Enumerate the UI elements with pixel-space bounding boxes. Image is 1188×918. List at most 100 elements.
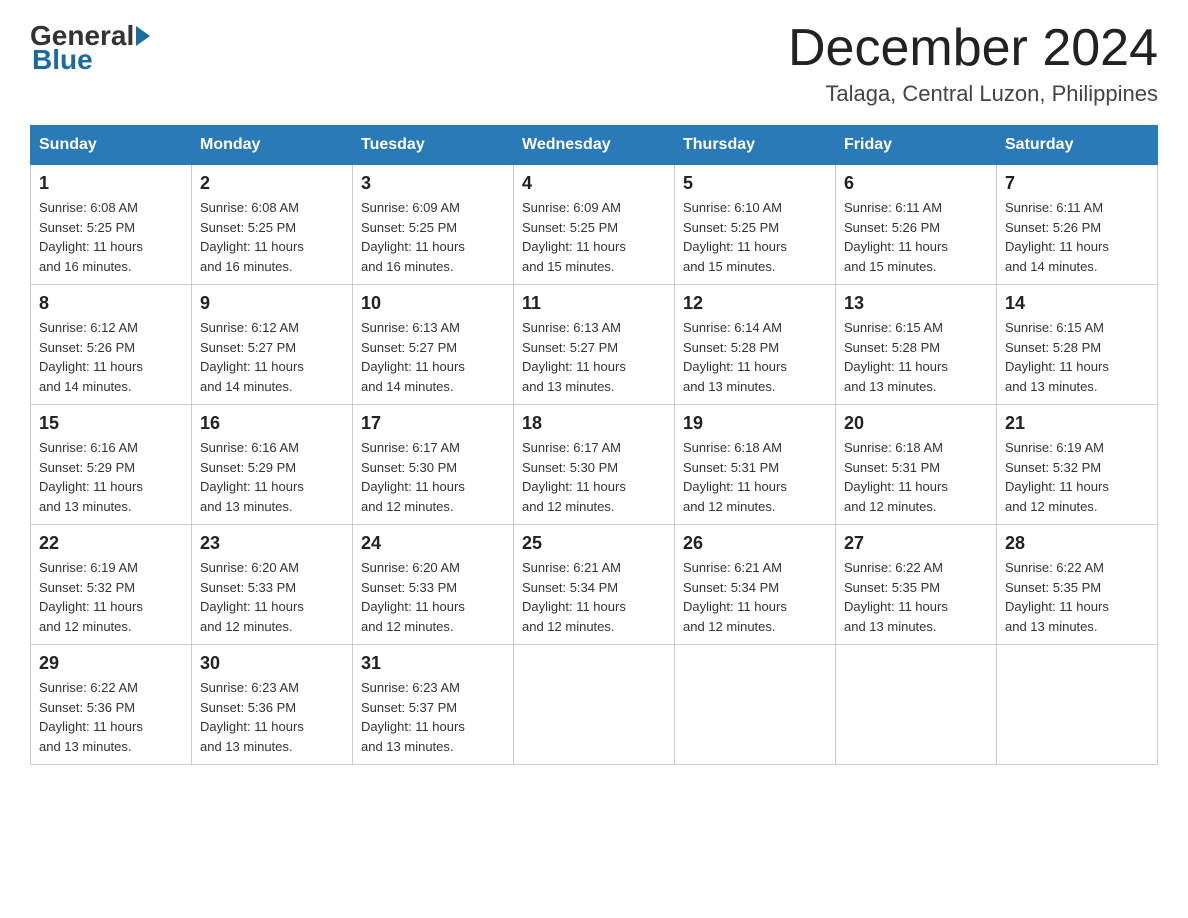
calendar-cell: 16 Sunrise: 6:16 AMSunset: 5:29 PMDaylig… bbox=[192, 405, 353, 525]
day-info: Sunrise: 6:09 AMSunset: 5:25 PMDaylight:… bbox=[522, 198, 666, 276]
day-info: Sunrise: 6:11 AMSunset: 5:26 PMDaylight:… bbox=[844, 198, 988, 276]
day-number: 14 bbox=[1005, 293, 1149, 314]
day-number: 28 bbox=[1005, 533, 1149, 554]
day-number: 4 bbox=[522, 173, 666, 194]
calendar-cell: 2 Sunrise: 6:08 AMSunset: 5:25 PMDayligh… bbox=[192, 165, 353, 285]
day-number: 13 bbox=[844, 293, 988, 314]
day-info: Sunrise: 6:22 AMSunset: 5:35 PMDaylight:… bbox=[844, 558, 988, 636]
calendar-cell: 24 Sunrise: 6:20 AMSunset: 5:33 PMDaylig… bbox=[353, 525, 514, 645]
day-info: Sunrise: 6:19 AMSunset: 5:32 PMDaylight:… bbox=[39, 558, 183, 636]
calendar-cell: 8 Sunrise: 6:12 AMSunset: 5:26 PMDayligh… bbox=[31, 285, 192, 405]
calendar-cell bbox=[836, 645, 997, 765]
day-info: Sunrise: 6:23 AMSunset: 5:37 PMDaylight:… bbox=[361, 678, 505, 756]
main-title: December 2024 bbox=[788, 20, 1158, 77]
day-info: Sunrise: 6:12 AMSunset: 5:26 PMDaylight:… bbox=[39, 318, 183, 396]
calendar-cell: 30 Sunrise: 6:23 AMSunset: 5:36 PMDaylig… bbox=[192, 645, 353, 765]
calendar-cell: 5 Sunrise: 6:10 AMSunset: 5:25 PMDayligh… bbox=[675, 165, 836, 285]
header-saturday: Saturday bbox=[997, 126, 1158, 165]
day-header-row: Sunday Monday Tuesday Wednesday Thursday… bbox=[31, 126, 1158, 165]
calendar-cell: 29 Sunrise: 6:22 AMSunset: 5:36 PMDaylig… bbox=[31, 645, 192, 765]
header-sunday: Sunday bbox=[31, 126, 192, 165]
day-number: 25 bbox=[522, 533, 666, 554]
calendar-cell: 27 Sunrise: 6:22 AMSunset: 5:35 PMDaylig… bbox=[836, 525, 997, 645]
day-info: Sunrise: 6:09 AMSunset: 5:25 PMDaylight:… bbox=[361, 198, 505, 276]
calendar-cell: 4 Sunrise: 6:09 AMSunset: 5:25 PMDayligh… bbox=[514, 165, 675, 285]
day-info: Sunrise: 6:10 AMSunset: 5:25 PMDaylight:… bbox=[683, 198, 827, 276]
calendar-cell bbox=[997, 645, 1158, 765]
day-info: Sunrise: 6:18 AMSunset: 5:31 PMDaylight:… bbox=[844, 438, 988, 516]
calendar-cell: 23 Sunrise: 6:20 AMSunset: 5:33 PMDaylig… bbox=[192, 525, 353, 645]
calendar-cell: 11 Sunrise: 6:13 AMSunset: 5:27 PMDaylig… bbox=[514, 285, 675, 405]
calendar-cell bbox=[514, 645, 675, 765]
calendar-cell: 17 Sunrise: 6:17 AMSunset: 5:30 PMDaylig… bbox=[353, 405, 514, 525]
day-info: Sunrise: 6:21 AMSunset: 5:34 PMDaylight:… bbox=[522, 558, 666, 636]
day-number: 29 bbox=[39, 653, 183, 674]
calendar-cell: 7 Sunrise: 6:11 AMSunset: 5:26 PMDayligh… bbox=[997, 165, 1158, 285]
day-number: 18 bbox=[522, 413, 666, 434]
day-number: 15 bbox=[39, 413, 183, 434]
day-number: 17 bbox=[361, 413, 505, 434]
week-row-3: 15 Sunrise: 6:16 AMSunset: 5:29 PMDaylig… bbox=[31, 405, 1158, 525]
day-number: 7 bbox=[1005, 173, 1149, 194]
calendar-cell: 18 Sunrise: 6:17 AMSunset: 5:30 PMDaylig… bbox=[514, 405, 675, 525]
calendar-cell: 22 Sunrise: 6:19 AMSunset: 5:32 PMDaylig… bbox=[31, 525, 192, 645]
page-header: General Blue December 2024 Talaga, Centr… bbox=[30, 20, 1158, 107]
calendar-cell: 19 Sunrise: 6:18 AMSunset: 5:31 PMDaylig… bbox=[675, 405, 836, 525]
calendar-cell: 28 Sunrise: 6:22 AMSunset: 5:35 PMDaylig… bbox=[997, 525, 1158, 645]
day-number: 26 bbox=[683, 533, 827, 554]
calendar-cell: 6 Sunrise: 6:11 AMSunset: 5:26 PMDayligh… bbox=[836, 165, 997, 285]
calendar-cell: 10 Sunrise: 6:13 AMSunset: 5:27 PMDaylig… bbox=[353, 285, 514, 405]
day-info: Sunrise: 6:08 AMSunset: 5:25 PMDaylight:… bbox=[39, 198, 183, 276]
calendar-header: Sunday Monday Tuesday Wednesday Thursday… bbox=[31, 126, 1158, 165]
header-wednesday: Wednesday bbox=[514, 126, 675, 165]
day-number: 12 bbox=[683, 293, 827, 314]
logo-arrow-icon bbox=[136, 26, 150, 46]
calendar-cell: 15 Sunrise: 6:16 AMSunset: 5:29 PMDaylig… bbox=[31, 405, 192, 525]
calendar-cell: 26 Sunrise: 6:21 AMSunset: 5:34 PMDaylig… bbox=[675, 525, 836, 645]
day-info: Sunrise: 6:22 AMSunset: 5:35 PMDaylight:… bbox=[1005, 558, 1149, 636]
day-number: 20 bbox=[844, 413, 988, 434]
day-number: 5 bbox=[683, 173, 827, 194]
day-number: 30 bbox=[200, 653, 344, 674]
day-number: 23 bbox=[200, 533, 344, 554]
day-info: Sunrise: 6:21 AMSunset: 5:34 PMDaylight:… bbox=[683, 558, 827, 636]
day-info: Sunrise: 6:15 AMSunset: 5:28 PMDaylight:… bbox=[1005, 318, 1149, 396]
header-thursday: Thursday bbox=[675, 126, 836, 165]
logo-blue: Blue bbox=[32, 44, 93, 75]
calendar-cell bbox=[675, 645, 836, 765]
day-number: 9 bbox=[200, 293, 344, 314]
day-info: Sunrise: 6:13 AMSunset: 5:27 PMDaylight:… bbox=[361, 318, 505, 396]
week-row-2: 8 Sunrise: 6:12 AMSunset: 5:26 PMDayligh… bbox=[31, 285, 1158, 405]
day-info: Sunrise: 6:17 AMSunset: 5:30 PMDaylight:… bbox=[361, 438, 505, 516]
day-info: Sunrise: 6:15 AMSunset: 5:28 PMDaylight:… bbox=[844, 318, 988, 396]
calendar-cell: 25 Sunrise: 6:21 AMSunset: 5:34 PMDaylig… bbox=[514, 525, 675, 645]
day-info: Sunrise: 6:11 AMSunset: 5:26 PMDaylight:… bbox=[1005, 198, 1149, 276]
header-friday: Friday bbox=[836, 126, 997, 165]
day-info: Sunrise: 6:12 AMSunset: 5:27 PMDaylight:… bbox=[200, 318, 344, 396]
calendar-cell: 20 Sunrise: 6:18 AMSunset: 5:31 PMDaylig… bbox=[836, 405, 997, 525]
day-number: 11 bbox=[522, 293, 666, 314]
day-number: 24 bbox=[361, 533, 505, 554]
day-number: 22 bbox=[39, 533, 183, 554]
day-info: Sunrise: 6:23 AMSunset: 5:36 PMDaylight:… bbox=[200, 678, 344, 756]
day-number: 1 bbox=[39, 173, 183, 194]
day-info: Sunrise: 6:22 AMSunset: 5:36 PMDaylight:… bbox=[39, 678, 183, 756]
day-info: Sunrise: 6:16 AMSunset: 5:29 PMDaylight:… bbox=[39, 438, 183, 516]
logo: General Blue bbox=[30, 20, 152, 76]
calendar-cell: 13 Sunrise: 6:15 AMSunset: 5:28 PMDaylig… bbox=[836, 285, 997, 405]
day-number: 6 bbox=[844, 173, 988, 194]
day-info: Sunrise: 6:20 AMSunset: 5:33 PMDaylight:… bbox=[361, 558, 505, 636]
day-number: 27 bbox=[844, 533, 988, 554]
week-row-1: 1 Sunrise: 6:08 AMSunset: 5:25 PMDayligh… bbox=[31, 165, 1158, 285]
calendar-cell: 3 Sunrise: 6:09 AMSunset: 5:25 PMDayligh… bbox=[353, 165, 514, 285]
day-number: 31 bbox=[361, 653, 505, 674]
day-info: Sunrise: 6:14 AMSunset: 5:28 PMDaylight:… bbox=[683, 318, 827, 396]
day-info: Sunrise: 6:08 AMSunset: 5:25 PMDaylight:… bbox=[200, 198, 344, 276]
title-block: December 2024 Talaga, Central Luzon, Phi… bbox=[788, 20, 1158, 107]
day-number: 10 bbox=[361, 293, 505, 314]
day-number: 16 bbox=[200, 413, 344, 434]
header-monday: Monday bbox=[192, 126, 353, 165]
calendar-cell: 1 Sunrise: 6:08 AMSunset: 5:25 PMDayligh… bbox=[31, 165, 192, 285]
calendar-table: Sunday Monday Tuesday Wednesday Thursday… bbox=[30, 125, 1158, 765]
calendar-body: 1 Sunrise: 6:08 AMSunset: 5:25 PMDayligh… bbox=[31, 165, 1158, 765]
